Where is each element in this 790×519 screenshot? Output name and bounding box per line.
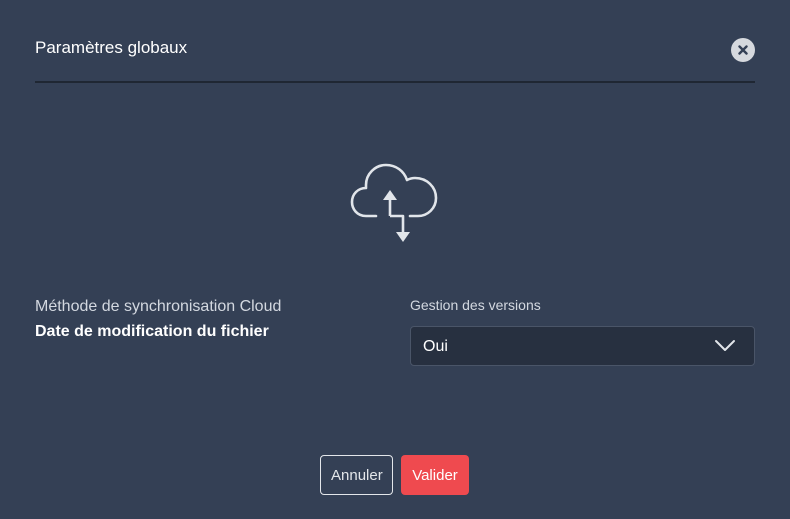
cancel-button[interactable]: Annuler (320, 455, 393, 495)
version-management-label: Gestion des versions (410, 297, 541, 313)
header-divider (35, 81, 755, 83)
version-management-block: Gestion des versions Oui (410, 296, 755, 366)
dialog-actions: Annuler Valider (320, 455, 469, 495)
cloud-sync-icon (350, 163, 438, 242)
chevron-down-icon (715, 340, 735, 351)
sync-method-block: Méthode de synchronisation Cloud Date de… (35, 296, 281, 343)
sync-method-label: Méthode de synchronisation Cloud (35, 298, 282, 315)
version-management-selected: Oui (423, 338, 448, 355)
global-settings-dialog: Paramètres globaux Méthode de synchronis… (0, 0, 790, 519)
close-button[interactable] (731, 38, 755, 62)
dialog-header: Paramètres globaux (35, 28, 755, 82)
sync-method-value: Date de modification du fichier (35, 323, 269, 340)
version-management-select[interactable]: Oui (410, 326, 755, 366)
close-icon (738, 45, 748, 55)
dialog-title: Paramètres globaux (35, 38, 188, 57)
submit-button[interactable]: Valider (401, 455, 469, 495)
